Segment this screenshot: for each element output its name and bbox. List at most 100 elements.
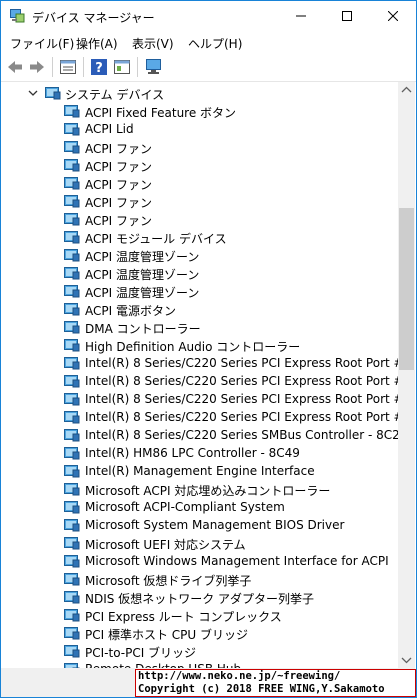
device-label: ACPI Fixed Feature ボタン xyxy=(85,106,237,120)
device-row[interactable]: Microsoft Windows Management Interface f… xyxy=(1,552,398,570)
device-label: ACPI ファン xyxy=(85,196,152,210)
toolbar: ? xyxy=(1,53,416,82)
maximize-button[interactable] xyxy=(324,1,370,31)
category-row-system-devices[interactable]: システム デバイス xyxy=(1,84,398,102)
system-device-icon xyxy=(64,267,80,280)
device-row[interactable]: ACPI 温度管理ゾーン xyxy=(1,282,398,300)
device-row[interactable]: ACPI Fixed Feature ボタン xyxy=(1,102,398,120)
close-icon xyxy=(388,11,398,21)
system-device-icon xyxy=(64,357,80,370)
system-devices-icon xyxy=(45,87,61,100)
device-tree[interactable]: システム デバイス ACPI Fixed Feature ボタン ACPI Lid… xyxy=(1,82,398,668)
device-row[interactable]: ACPI ファン xyxy=(1,174,398,192)
device-row[interactable]: Intel(R) HM86 LPC Controller - 8C49 xyxy=(1,444,398,462)
close-button[interactable] xyxy=(370,1,416,31)
menu-file[interactable]: ファイル(F) xyxy=(10,35,74,52)
scrollbar-thumb[interactable] xyxy=(399,208,414,370)
device-row[interactable]: Microsoft System Management BIOS Driver xyxy=(1,516,398,534)
device-row[interactable]: High Definition Audio コントローラー xyxy=(1,336,398,354)
device-label: High Definition Audio コントローラー xyxy=(85,340,301,354)
system-device-icon xyxy=(64,411,80,424)
system-device-icon xyxy=(64,339,80,352)
system-device-icon xyxy=(64,123,80,136)
system-device-icon xyxy=(64,519,80,532)
device-label: ACPI ファン xyxy=(85,160,152,174)
minimize-button[interactable] xyxy=(278,1,324,31)
minimize-icon xyxy=(296,15,306,17)
maximize-icon xyxy=(342,11,352,21)
device-row[interactable]: ACPI モジュール デバイス xyxy=(1,228,398,246)
device-row[interactable]: NDIS 仮想ネットワーク アダプター列挙子 xyxy=(1,588,398,606)
device-row[interactable]: ACPI ファン xyxy=(1,210,398,228)
device-label: Intel(R) Management Engine Interface xyxy=(85,464,315,478)
device-row[interactable]: ACPI 温度管理ゾーン xyxy=(1,264,398,282)
device-row[interactable]: Remote Desktop USB Hub xyxy=(1,660,398,668)
device-label: Microsoft 仮想ドライブ列挙子 xyxy=(85,574,252,588)
device-row[interactable]: Intel(R) 8 Series/C220 Series PCI Expres… xyxy=(1,390,398,408)
device-row[interactable]: Intel(R) 8 Series/C220 Series PCI Expres… xyxy=(1,354,398,372)
device-row[interactable]: Intel(R) Management Engine Interface xyxy=(1,462,398,480)
system-device-icon xyxy=(64,555,80,568)
device-row[interactable]: Microsoft ACPI-Compliant System xyxy=(1,498,398,516)
menu-view[interactable]: 表示(V) xyxy=(132,35,174,52)
device-row[interactable]: PCI-to-PCI ブリッジ xyxy=(1,642,398,660)
system-device-icon xyxy=(64,375,80,388)
device-row[interactable]: Microsoft ACPI 対応埋め込みコントローラー xyxy=(1,480,398,498)
device-row[interactable]: Intel(R) 8 Series/C220 Series PCI Expres… xyxy=(1,408,398,426)
system-device-icon xyxy=(64,249,80,262)
device-row[interactable]: Intel(R) 8 Series/C220 Series SMBus Cont… xyxy=(1,426,398,444)
device-label: PCI 標準ホスト CPU ブリッジ xyxy=(85,628,248,642)
device-label: Intel(R) 8 Series/C220 Series SMBus Cont… xyxy=(85,428,398,442)
device-row[interactable]: ACPI 電源ボタン xyxy=(1,300,398,318)
system-device-icon xyxy=(64,213,80,226)
vertical-scrollbar[interactable] xyxy=(398,82,415,668)
device-row[interactable]: ACPI ファン xyxy=(1,138,398,156)
device-label: DMA コントローラー xyxy=(85,322,201,336)
device-row[interactable]: ACPI Lid xyxy=(1,120,398,138)
system-device-icon xyxy=(64,177,80,190)
device-row[interactable]: Microsoft 仮想ドライブ列挙子 xyxy=(1,570,398,588)
device-row[interactable]: PCI 標準ホスト CPU ブリッジ xyxy=(1,624,398,642)
system-device-icon xyxy=(64,537,80,550)
chevron-down-icon[interactable] xyxy=(28,88,38,98)
system-device-icon xyxy=(64,573,80,586)
device-row[interactable]: DMA コントローラー xyxy=(1,318,398,336)
toolbar-separator xyxy=(137,57,138,77)
device-label: ACPI ファン xyxy=(85,142,152,156)
system-device-icon xyxy=(64,483,80,496)
device-row[interactable]: ACPI 温度管理ゾーン xyxy=(1,246,398,264)
device-row[interactable]: Intel(R) 8 Series/C220 Series PCI Expres… xyxy=(1,372,398,390)
system-device-icon xyxy=(64,141,80,154)
menu-help[interactable]: ヘルプ(H) xyxy=(188,35,242,52)
device-row[interactable]: ACPI ファン xyxy=(1,192,398,210)
system-device-icon xyxy=(64,609,80,622)
scan-hardware-icon[interactable] xyxy=(144,57,164,77)
title-bar[interactable]: デバイス マネージャー xyxy=(1,1,416,31)
device-label: ACPI ファン xyxy=(85,214,152,228)
view-pane-icon[interactable] xyxy=(112,57,132,77)
back-arrow-icon[interactable] xyxy=(5,57,25,77)
device-manager-icon xyxy=(10,9,25,23)
forward-arrow-icon[interactable] xyxy=(27,57,47,77)
device-manager-window: デバイス マネージャー ファイル(F) 操作(A) 表示(V) ヘルプ(H) ?… xyxy=(0,0,417,698)
scroll-down-arrow-icon[interactable] xyxy=(398,651,415,668)
menu-action[interactable]: 操作(A) xyxy=(76,35,118,52)
device-label: Microsoft Windows Management Interface f… xyxy=(85,554,389,568)
device-row[interactable]: Microsoft UEFI 対応システム xyxy=(1,534,398,552)
menu-bar: ファイル(F) 操作(A) 表示(V) ヘルプ(H) xyxy=(1,31,416,53)
system-device-icon xyxy=(64,195,80,208)
system-device-icon xyxy=(64,591,80,604)
properties-icon[interactable] xyxy=(58,57,78,77)
help-icon[interactable]: ? xyxy=(89,57,109,77)
device-label: Microsoft ACPI 対応埋め込みコントローラー xyxy=(85,484,331,498)
system-device-icon xyxy=(64,159,80,172)
device-label: Intel(R) 8 Series/C220 Series PCI Expres… xyxy=(85,374,398,388)
system-device-icon xyxy=(64,231,80,244)
system-device-icon xyxy=(64,393,80,406)
scroll-up-arrow-icon[interactable] xyxy=(398,82,415,99)
system-device-icon xyxy=(64,501,80,514)
device-row[interactable]: ACPI ファン xyxy=(1,156,398,174)
watermark-url: http://www.neko.ne.jp/~freewing/ xyxy=(138,670,341,682)
device-row[interactable]: PCI Express ルート コンプレックス xyxy=(1,606,398,624)
system-device-icon xyxy=(64,645,80,658)
